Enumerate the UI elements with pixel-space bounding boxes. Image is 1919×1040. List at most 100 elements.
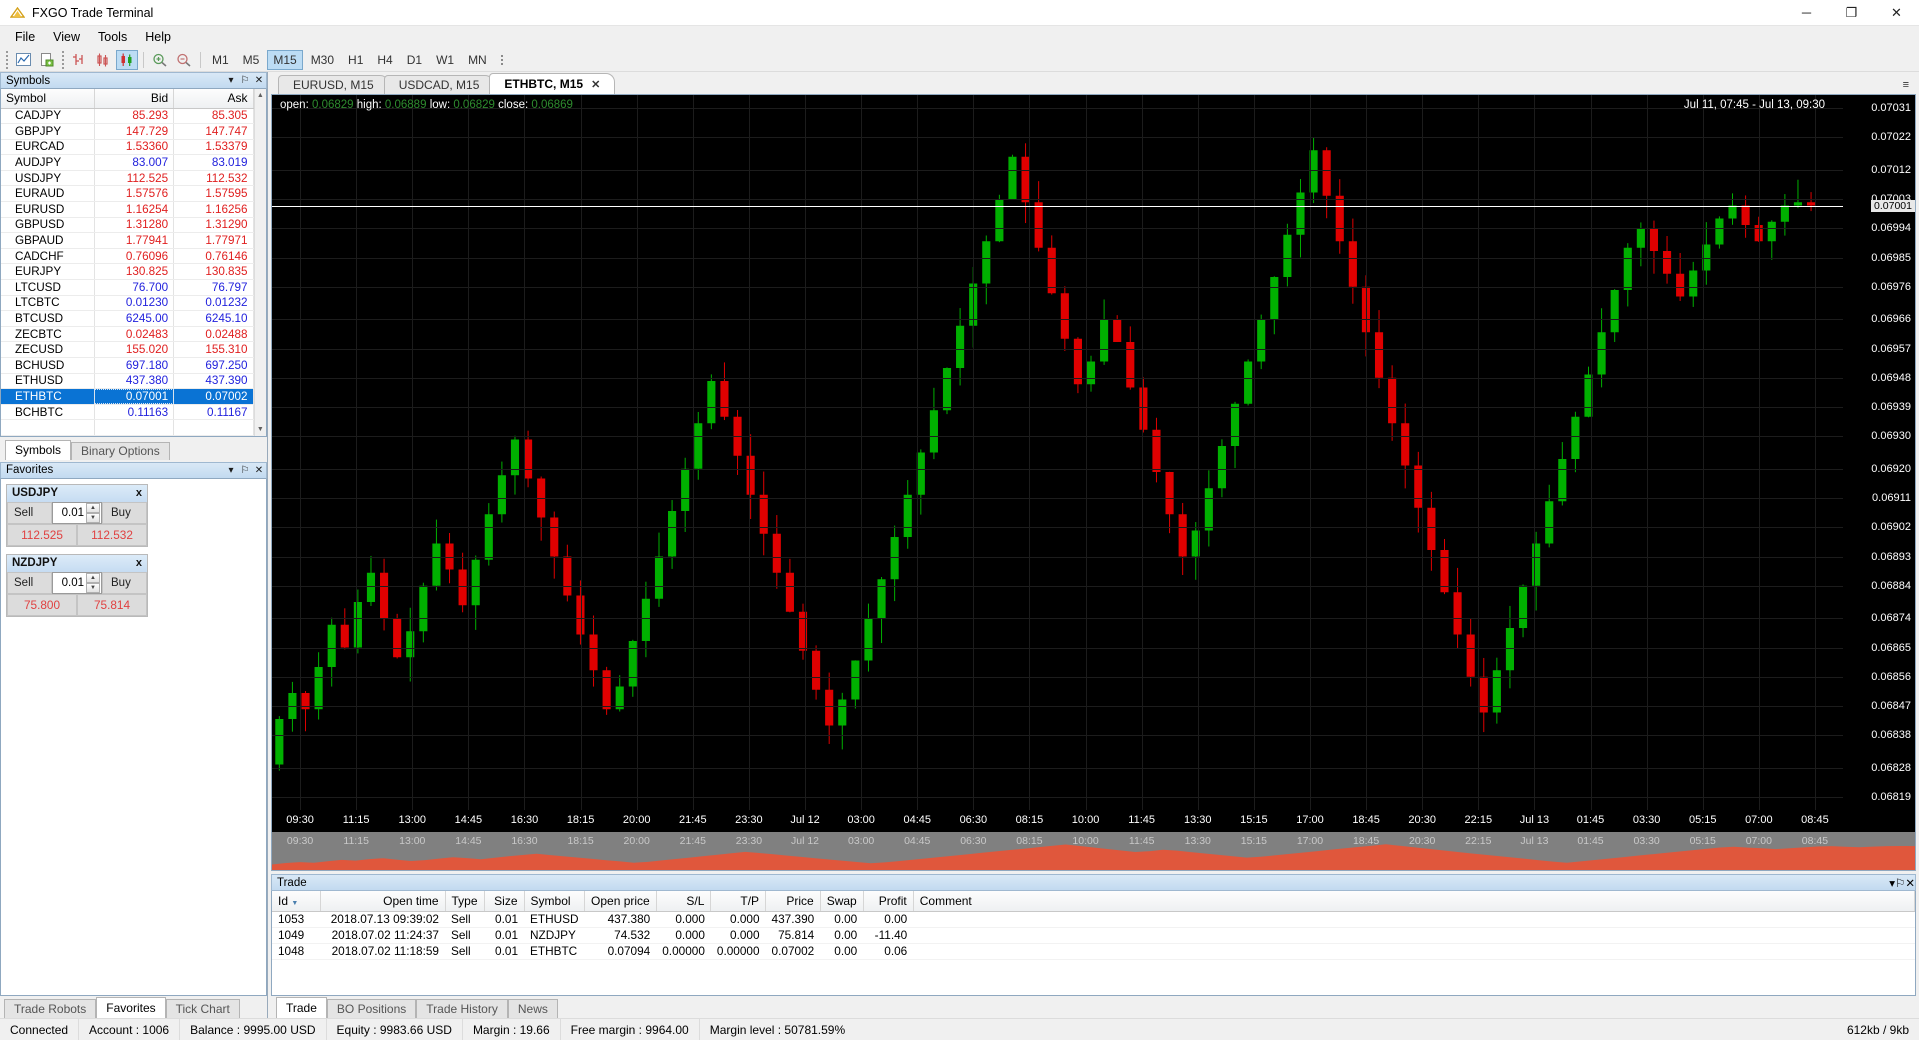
scroll-down-icon[interactable]: ▼ <box>254 423 266 436</box>
maximize-button[interactable]: ❐ <box>1829 0 1874 26</box>
quantity-stepper[interactable]: ▲ ▼ <box>86 572 100 593</box>
chart-tab-close-icon[interactable]: ✕ <box>591 78 600 91</box>
new-chart-icon[interactable] <box>36 50 58 70</box>
table-row[interactable]: LTCBTC 0.01230 0.01232 <box>1 295 254 312</box>
table-row[interactable]: USDJPY 112.525 112.532 <box>1 170 254 187</box>
table-row[interactable]: ETHBTC 0.07001 0.07002 <box>1 388 254 405</box>
favorite-close-icon[interactable]: x <box>136 487 142 499</box>
trade-pin-icon[interactable]: ⚐ <box>1895 876 1905 890</box>
column-header-id[interactable]: Id ▼ <box>272 891 321 912</box>
line-chart-icon[interactable] <box>92 50 114 70</box>
table-row[interactable]: BCHUSD 697.180 697.250 <box>1 357 254 374</box>
chart-tab-usdcad[interactable]: USDCAD, M15 <box>383 75 495 94</box>
stepper-down-icon[interactable]: ▼ <box>86 582 100 593</box>
column-header-symbol[interactable]: Symbol <box>1 89 95 109</box>
tab-trade-history[interactable]: Trade History <box>416 999 508 1018</box>
stepper-up-icon[interactable]: ▲ <box>86 502 100 513</box>
timeframe-w1[interactable]: W1 <box>430 50 460 70</box>
timeframe-m1[interactable]: M1 <box>206 50 235 70</box>
table-row[interactable]: BTCUSD 6245.00 6245.10 <box>1 310 254 327</box>
close-button[interactable]: ✕ <box>1874 0 1919 26</box>
toolbar-overflow-button[interactable] <box>500 54 503 65</box>
toolbar-grip-2[interactable] <box>60 50 66 69</box>
sell-price[interactable]: 112.525 <box>7 523 77 546</box>
column-header-profit[interactable]: Profit <box>863 891 914 912</box>
scroll-up-icon[interactable]: ▲ <box>254 89 266 101</box>
table-row[interactable]: GBPJPY 147.729 147.747 <box>1 123 254 140</box>
tab-trade-robots[interactable]: Trade Robots <box>4 999 97 1018</box>
column-header-size[interactable]: Size <box>484 891 525 912</box>
menu-item-help[interactable]: Help <box>136 28 180 46</box>
volume-input[interactable]: 0.01 ▲ ▼ <box>52 571 102 594</box>
column-header-price[interactable]: Price <box>765 891 821 912</box>
column-header-t-p[interactable]: T/P <box>710 891 767 912</box>
column-header-comment[interactable]: Comment <box>913 891 1915 912</box>
column-header-open-time[interactable]: Open time <box>320 891 446 912</box>
table-row[interactable]: LTCUSD 76.700 76.797 <box>1 279 254 296</box>
trade-close-icon[interactable]: ✕ <box>1905 876 1915 890</box>
timeframe-d1[interactable]: D1 <box>401 50 428 70</box>
table-row[interactable]: EURUSD 1.16254 1.16256 <box>1 201 254 218</box>
table-row[interactable]: CADJPY 85.293 85.305 <box>1 108 254 125</box>
sell-button[interactable]: Sell <box>7 501 52 524</box>
toolbar-grip[interactable] <box>4 50 10 69</box>
bar-chart-icon[interactable] <box>68 50 90 70</box>
column-header-swap[interactable]: Swap <box>820 891 864 912</box>
tab-favorites[interactable]: Favorites <box>96 997 166 1018</box>
sell-button[interactable]: Sell <box>7 571 52 594</box>
chart-tab-ethbtc[interactable]: ETHBTC, M15 ✕ <box>489 73 616 94</box>
zoom-out-icon[interactable] <box>173 50 195 70</box>
table-row[interactable]: EURAUD 1.57576 1.57595 <box>1 185 254 203</box>
column-header-open-price[interactable]: Open price <box>584 891 657 912</box>
chart-time-axis[interactable]: 09:30 11:15 13:00 14:45 16:30 18:15 20:00 21:45… <box>272 810 1915 832</box>
table-row[interactable]: ZECUSD 155.020 155.310 <box>1 341 254 358</box>
table-row[interactable]: EURJPY 130.825 130.835 <box>1 263 254 281</box>
table-row[interactable]: 1048 2018.07.02 11:18:59 Sell 0.01 ETHBTC 0.0… <box>272 943 1915 960</box>
tab-tick-chart[interactable]: Tick Chart <box>165 999 240 1018</box>
minimize-button[interactable]: ─ <box>1784 0 1829 26</box>
timeframe-h4[interactable]: H4 <box>371 50 398 70</box>
stepper-up-icon[interactable]: ▲ <box>86 572 100 583</box>
table-row[interactable]: 1049 2018.07.02 11:24:37 Sell 0.01 NZDJPY 74.… <box>272 927 1915 944</box>
table-row[interactable]: EURCAD 1.53360 1.53379 <box>1 139 254 156</box>
table-row[interactable]: 1053 2018.07.13 09:39:02 Sell 0.01 ETHUSD 437… <box>272 911 1915 928</box>
menu-item-file[interactable]: File <box>6 28 44 46</box>
chart-icon[interactable] <box>12 50 34 70</box>
table-row[interactable]: ETHUSD 437.380 437.390 <box>1 373 254 390</box>
stepper-down-icon[interactable]: ▼ <box>86 512 100 523</box>
timeframe-m5[interactable]: M5 <box>237 50 266 70</box>
menu-item-view[interactable]: View <box>44 28 89 46</box>
favorite-close-icon[interactable]: x <box>136 557 142 569</box>
quantity-stepper[interactable]: ▲ ▼ <box>86 502 100 523</box>
menu-item-tools[interactable]: Tools <box>89 28 136 46</box>
zoom-in-icon[interactable] <box>149 50 171 70</box>
candlestick-icon[interactable] <box>116 49 138 70</box>
chart-canvas[interactable]: open: 0.06829 high: 0.06889 low: 0.06829… <box>272 95 1915 810</box>
buy-price[interactable]: 75.814 <box>77 593 147 616</box>
volume-input[interactable]: 0.01 ▲ ▼ <box>52 501 102 524</box>
tab-binary-options[interactable]: Binary Options <box>71 441 170 460</box>
table-row[interactable]: AUDJPY 83.007 83.019 <box>1 154 254 171</box>
symbols-pin-icon[interactable]: ⚐ <box>238 75 252 86</box>
tab-bo-positions[interactable]: BO Positions <box>326 999 417 1018</box>
table-row[interactable]: ZECBTC 0.02483 0.02488 <box>1 326 254 343</box>
table-row[interactable]: BCHBTC 0.11163 0.11167 <box>1 404 254 421</box>
table-row[interactable]: CADCHF 0.76096 0.76146 <box>1 248 254 265</box>
tab-list-icon[interactable]: ≡ <box>1903 79 1909 91</box>
favorites-pin-icon[interactable]: ⚐ <box>238 465 252 476</box>
symbols-scrollbar[interactable]: ▲ ▼ <box>253 89 266 436</box>
column-header-ask[interactable]: Ask <box>173 89 254 109</box>
buy-button[interactable]: Buy <box>102 571 147 594</box>
timeframe-m15[interactable]: M15 <box>267 49 303 70</box>
symbols-collapse-icon[interactable]: ▾ <box>224 75 238 86</box>
favorites-collapse-icon[interactable]: ▾ <box>224 465 238 476</box>
timeframe-m30[interactable]: M30 <box>305 50 340 70</box>
column-header-bid[interactable]: Bid <box>94 89 175 109</box>
chart-tab-eurusd[interactable]: EURUSD, M15 <box>278 75 389 94</box>
buy-button[interactable]: Buy <box>102 501 147 524</box>
sell-price[interactable]: 75.800 <box>7 593 77 616</box>
chart-navigator[interactable]: 09:30 11:15 13:00 14:45 16:30 18:15 20:00 21:45… <box>272 832 1915 870</box>
tab-symbols[interactable]: Symbols <box>5 439 72 460</box>
timeframe-mn[interactable]: MN <box>462 50 493 70</box>
tab-news[interactable]: News <box>507 999 558 1018</box>
